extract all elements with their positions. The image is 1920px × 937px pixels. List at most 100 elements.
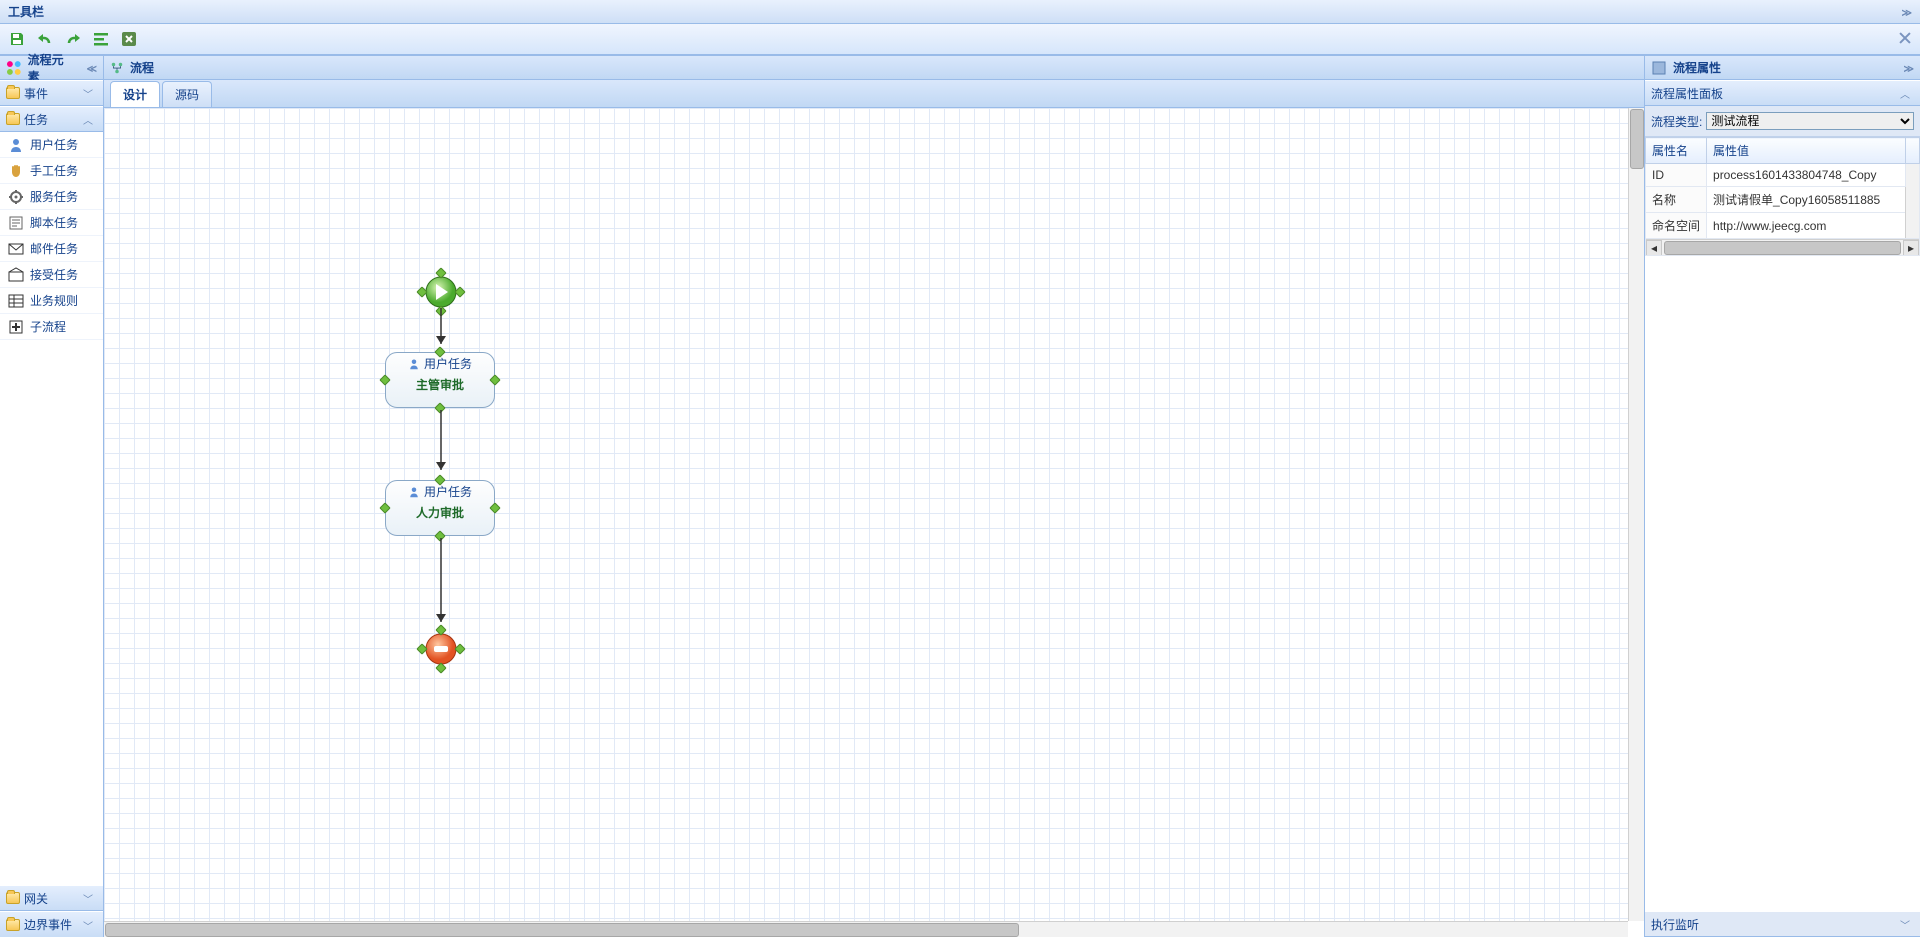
user-icon — [408, 358, 420, 370]
table-row[interactable]: ID process1601433804748_Copy — [1646, 164, 1920, 187]
palette-user-task[interactable]: 用户任务 — [0, 132, 103, 158]
canvas-wrap: 用户任务 主管审批 用户任务 人力审批 — [104, 108, 1644, 937]
palette-receive-task[interactable]: 接受任务 — [0, 262, 103, 288]
delete-icon — [121, 31, 137, 47]
node-label: 人力审批 — [416, 504, 464, 521]
node-type-label: 用户任务 — [424, 483, 472, 500]
horizontal-scrollbar[interactable] — [104, 921, 1628, 937]
palette-mail-task[interactable]: 邮件任务 — [0, 236, 103, 262]
section-tasks-label: 任务 — [24, 111, 48, 128]
palette-label: 手工任务 — [30, 162, 78, 179]
section-gateways[interactable]: 网关 — [0, 885, 103, 911]
canvas[interactable]: 用户任务 主管审批 用户任务 人力审批 — [104, 108, 1628, 921]
user-task-2[interactable]: 用户任务 人力审批 — [385, 480, 495, 536]
table-icon — [8, 293, 24, 309]
center-panel: 流程 设计 源码 — [104, 56, 1644, 937]
palette-manual-task[interactable]: 手工任务 — [0, 158, 103, 184]
node-type-label: 用户任务 — [424, 355, 472, 372]
prop-header-value: 属性值 — [1707, 138, 1906, 164]
plus-box-icon — [8, 319, 24, 335]
chevron-up-icon — [83, 112, 97, 126]
right-collapse-icon[interactable] — [1904, 61, 1914, 75]
save-button[interactable] — [6, 28, 28, 50]
section-tasks[interactable]: 任务 — [0, 106, 103, 132]
elements-icon — [6, 60, 22, 76]
undo-icon — [37, 31, 53, 47]
task-list: 用户任务 手工任务 服务任务 脚本任务 邮件任务 — [0, 132, 103, 885]
section-events[interactable]: 事件 — [0, 80, 103, 106]
undo-button[interactable] — [34, 28, 56, 50]
execution-listener-title: 执行监听 — [1651, 916, 1699, 933]
table-row[interactable]: 命名空间 http://www.jeecg.com — [1646, 213, 1920, 239]
toolbar-body — [0, 24, 1920, 54]
tab-source[interactable]: 源码 — [162, 81, 212, 107]
right-panel-header: 流程属性 — [1645, 56, 1920, 80]
horizontal-scrollbar[interactable]: ◂▸ — [1646, 239, 1919, 255]
palette-label: 子流程 — [30, 318, 66, 335]
properties-subpanel-header[interactable]: 流程属性面板 — [1645, 80, 1920, 106]
save-icon — [9, 31, 25, 47]
left-collapse-icon[interactable] — [87, 61, 97, 75]
section-events-label: 事件 — [24, 85, 48, 102]
folder-icon — [6, 113, 20, 125]
user-task-1[interactable]: 用户任务 主管审批 — [385, 352, 495, 408]
prop-name: 名称 — [1646, 187, 1707, 213]
palette-label: 脚本任务 — [30, 214, 78, 231]
process-type-label: 流程类型: — [1651, 113, 1702, 130]
process-type-select[interactable]: 测试流程 — [1706, 112, 1914, 130]
mail-open-icon — [8, 267, 24, 283]
toolbar-panel: 工具栏 — [0, 0, 1920, 55]
prop-name: 命名空间 — [1646, 213, 1707, 239]
chevron-down-icon — [83, 918, 97, 932]
delete-button[interactable] — [118, 28, 140, 50]
properties-subpanel-title: 流程属性面板 — [1651, 85, 1723, 102]
right-panel-title: 流程属性 — [1673, 59, 1721, 76]
folder-icon — [6, 892, 20, 904]
sequence-flow[interactable] — [434, 410, 448, 480]
palette-label: 业务规则 — [30, 292, 78, 309]
left-panel: 流程元素 事件 任务 用户任务 — [0, 56, 104, 937]
left-panel-header: 流程元素 — [0, 56, 103, 80]
palette-label: 接受任务 — [30, 266, 78, 283]
user-icon — [408, 486, 420, 498]
center-panel-header: 流程 — [104, 56, 1644, 80]
prop-header-name: 属性名 — [1646, 138, 1707, 164]
align-button[interactable] — [90, 28, 112, 50]
tab-design[interactable]: 设计 — [110, 81, 160, 107]
palette-script-task[interactable]: 脚本任务 — [0, 210, 103, 236]
palette-subprocess[interactable]: 子流程 — [0, 314, 103, 340]
palette-service-task[interactable]: 服务任务 — [0, 184, 103, 210]
flow-icon — [110, 61, 124, 75]
execution-listener-header[interactable]: 执行监听 — [1645, 911, 1920, 937]
center-panel-title: 流程 — [130, 59, 154, 76]
palette-label: 邮件任务 — [30, 240, 78, 257]
right-panel: 流程属性 流程属性面板 流程类型: 测试流程 属性名 属性值 — [1644, 56, 1920, 937]
tab-label: 源码 — [175, 88, 199, 102]
properties-blank — [1645, 256, 1920, 911]
prop-value: process1601433804748_Copy — [1707, 164, 1906, 187]
script-icon — [8, 215, 24, 231]
end-event[interactable] — [423, 631, 459, 667]
prop-name: ID — [1646, 164, 1707, 187]
toolbar-title: 工具栏 — [8, 3, 44, 20]
palette-label: 服务任务 — [30, 188, 78, 205]
properties-icon — [1651, 60, 1667, 76]
sequence-flow[interactable] — [434, 538, 448, 632]
table-row[interactable]: 名称 测试请假单_Copy16058511885 — [1646, 187, 1920, 213]
vertical-scrollbar[interactable] — [1628, 108, 1644, 921]
user-icon — [8, 137, 24, 153]
chevron-up-icon — [1900, 86, 1914, 100]
section-boundary[interactable]: 边界事件 — [0, 911, 103, 937]
palette-label: 用户任务 — [30, 136, 78, 153]
prop-value: http://www.jeecg.com — [1707, 213, 1906, 239]
redo-button[interactable] — [62, 28, 84, 50]
gear-icon — [8, 189, 24, 205]
start-event[interactable] — [423, 274, 459, 310]
toolbar-collapse-icon[interactable] — [1902, 5, 1912, 19]
tab-label: 设计 — [123, 88, 147, 102]
toolbar-header: 工具栏 — [0, 0, 1920, 24]
vertical-scrollbar[interactable] — [1906, 164, 1920, 239]
palette-rule-task[interactable]: 业务规则 — [0, 288, 103, 314]
folder-icon — [6, 87, 20, 99]
close-button[interactable] — [1896, 30, 1914, 48]
